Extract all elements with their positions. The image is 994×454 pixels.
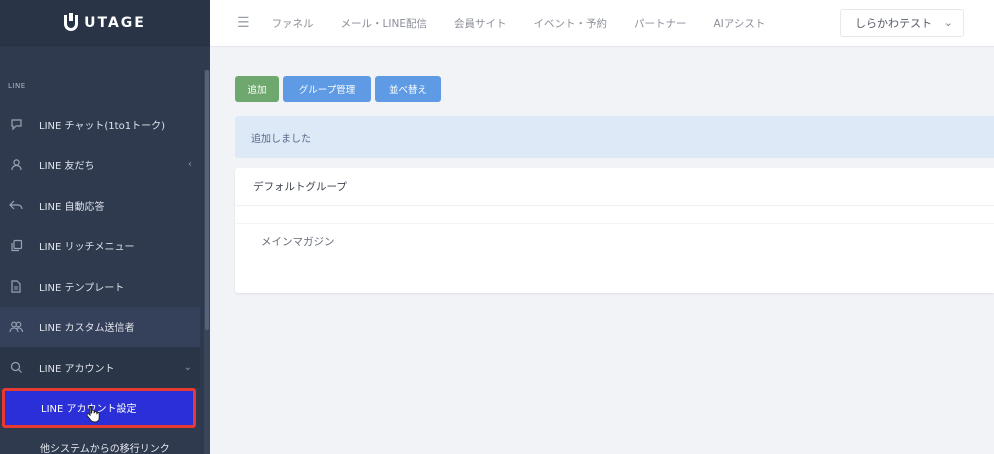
sidebar-scrollbar-thumb[interactable]: [205, 70, 209, 330]
reply-icon: [9, 198, 23, 212]
sidebar-item-line-account[interactable]: LINE アカウント ⌄: [0, 347, 200, 388]
sidebar-item-label: LINE 自動応答: [39, 201, 105, 213]
sidebar-subitem-migration-link[interactable]: 他システムからの移行リンク: [0, 428, 200, 454]
sidebar-item-label: LINE リッチメニュー: [39, 242, 135, 254]
users-icon: [9, 320, 23, 334]
sidebar-item-label: LINE チャット(1to1トーク): [39, 120, 165, 132]
copy-icon: [9, 239, 23, 253]
user-icon: [9, 158, 23, 172]
chevron-left-icon: ‹: [188, 159, 192, 171]
sidebar-item-line-auto-reply[interactable]: LINE 自動応答: [0, 185, 200, 226]
nav-link-ai-assist[interactable]: AIアシスト: [714, 16, 766, 31]
logo[interactable]: UTAGE: [0, 0, 210, 46]
account-row[interactable]: メインマガジン: [235, 223, 994, 259]
sidebar-section-label: LINE: [8, 82, 26, 90]
sidebar-item-line-friends[interactable]: LINE 友だち ‹: [0, 145, 200, 186]
sidebar-item-label: LINE カスタム送信者: [39, 323, 135, 335]
sidebar-subitem-label: 他システムからの移行リンク: [40, 444, 170, 454]
document-icon: [9, 279, 23, 293]
sidebar-item-label: LINE アカウント: [39, 363, 115, 375]
nav-link-partner[interactable]: パートナー: [634, 16, 687, 31]
add-button[interactable]: 追加: [235, 76, 279, 102]
main-content: 追加 グループ管理 並べ替え 追加しました デフォルトグループ メインマガジン: [210, 48, 994, 454]
nav-link-member-site[interactable]: 会員サイト: [454, 16, 507, 31]
success-alert: 追加しました: [235, 116, 994, 158]
sidebar-subitem-line-account-settings[interactable]: LINE アカウント設定: [2, 387, 196, 428]
action-buttons: 追加 グループ管理 並べ替え: [235, 76, 441, 102]
group-card: デフォルトグループ メインマガジン: [235, 168, 994, 293]
sidebar-nav: LINE チャット(1to1トーク) LINE 友だち ‹ LINE 自動応答 …: [0, 104, 200, 454]
top-navbar: ☰ ファネル メール・LINE配信 会員サイト イベント・予約 パートナー AI…: [210, 0, 994, 47]
chevron-down-icon: ⌄: [943, 16, 953, 29]
nav-link-funnel[interactable]: ファネル: [272, 16, 314, 31]
group-title: デフォルトグループ: [235, 168, 994, 206]
group-manage-button[interactable]: グループ管理: [283, 76, 371, 102]
chat-icon: [9, 117, 23, 131]
nav-link-mail-line[interactable]: メール・LINE配信: [341, 16, 427, 31]
nav-link-event[interactable]: イベント・予約: [534, 16, 608, 31]
user-menu-dropdown[interactable]: しらかわテスト ⌄: [840, 9, 964, 37]
sidebar-item-line-chat[interactable]: LINE チャット(1to1トーク): [0, 104, 200, 145]
sidebar-item-label: LINE テンプレート: [39, 282, 125, 294]
hand-cursor-icon: [86, 405, 100, 422]
logo-text: UTAGE: [84, 14, 146, 31]
sidebar-item-line-rich-menu[interactable]: LINE リッチメニュー: [0, 226, 200, 267]
search-icon: [9, 360, 23, 374]
account-name[interactable]: メインマガジン: [261, 234, 335, 249]
chevron-down-icon: ⌄: [183, 361, 192, 373]
sidebar-item-line-custom-sender[interactable]: LINE カスタム送信者: [0, 306, 200, 347]
utage-logo-icon: [64, 12, 79, 31]
sidebar-item-label: LINE 友だち: [39, 161, 95, 173]
sidebar-item-line-template[interactable]: LINE テンプレート: [0, 266, 200, 307]
sidebar: UTAGE LINE LINE チャット(1to1トーク) LINE 友だち ‹…: [0, 0, 210, 454]
user-name: しらかわテスト: [855, 17, 932, 30]
hamburger-icon[interactable]: ☰: [237, 15, 250, 31]
sort-button[interactable]: 並べ替え: [375, 76, 441, 102]
alert-message: 追加しました: [251, 133, 311, 145]
